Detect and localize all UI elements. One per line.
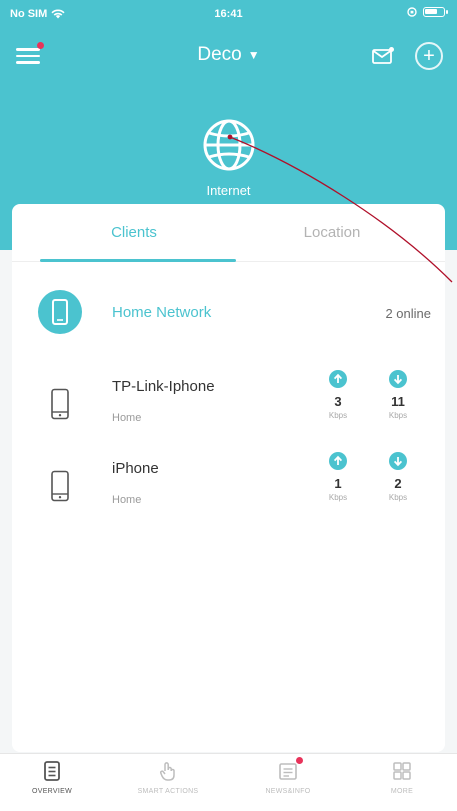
active-tab-indicator bbox=[40, 259, 236, 262]
upload-value: 3 bbox=[334, 394, 342, 409]
add-button[interactable]: + bbox=[415, 42, 443, 70]
upload-arrow-icon bbox=[329, 452, 347, 470]
upload-rate: 1 Kbps bbox=[314, 452, 362, 502]
client-name: iPhone bbox=[112, 460, 159, 477]
download-rate: 11 Kbps bbox=[374, 370, 422, 420]
status-time: 16:41 bbox=[214, 8, 243, 20]
download-value: 11 bbox=[391, 394, 405, 409]
nav-more[interactable]: MORE bbox=[352, 760, 452, 795]
client-row[interactable]: TP-Link-Iphone Home 3 Kbps 11 Kbps bbox=[12, 366, 445, 444]
mail-icon[interactable] bbox=[371, 46, 395, 66]
nav-news-info[interactable]: NEWS&INFO bbox=[238, 757, 338, 795]
network-title: Deco bbox=[197, 44, 242, 65]
nav-overview-label: OVERVIEW bbox=[31, 788, 72, 795]
caret-down-icon: ▼ bbox=[247, 47, 260, 62]
client-row[interactable]: iPhone Home 1 Kbps 2 Kbps bbox=[12, 448, 445, 526]
upload-unit: Kbps bbox=[328, 411, 348, 420]
nav-overview[interactable]: OVERVIEW bbox=[2, 760, 102, 795]
upload-rate: 3 Kbps bbox=[314, 370, 362, 420]
client-location: Home bbox=[112, 412, 142, 424]
tab-bar: Clients Location bbox=[12, 204, 445, 262]
hand-icon bbox=[160, 762, 175, 781]
download-arrow-icon bbox=[389, 452, 407, 470]
download-arrow-icon bbox=[389, 370, 407, 388]
upload-unit: Kbps bbox=[328, 493, 348, 502]
internet-node[interactable]: Internet bbox=[0, 116, 457, 198]
nav-row: Deco ▼ + bbox=[0, 38, 457, 74]
clients-card: Clients Location Home Network 2 online T… bbox=[12, 204, 445, 752]
download-value: 2 bbox=[394, 476, 402, 491]
network-avatar bbox=[38, 290, 82, 334]
status-bar: No SIM 16:41 bbox=[0, 0, 457, 26]
news-icon bbox=[279, 763, 297, 780]
news-badge-dot bbox=[296, 757, 303, 764]
upload-value: 1 bbox=[334, 476, 342, 491]
overview-icon bbox=[44, 761, 60, 781]
nav-news-info-label: NEWS&INFO bbox=[265, 788, 311, 795]
tab-clients[interactable]: Clients bbox=[34, 224, 234, 241]
orientation-lock-icon bbox=[407, 7, 417, 17]
online-count: 2 online bbox=[385, 306, 431, 321]
tab-location[interactable]: Location bbox=[232, 224, 432, 241]
nav-smart-actions[interactable]: SMART ACTIONS bbox=[118, 760, 218, 795]
download-unit: Kbps bbox=[388, 411, 408, 420]
phone-icon bbox=[51, 470, 69, 502]
network-name: Home Network bbox=[112, 304, 212, 321]
upload-arrow-icon bbox=[329, 370, 347, 388]
bottom-nav: OVERVIEW SMART ACTIONS NEWS&INFO MORE bbox=[0, 753, 457, 811]
client-location: Home bbox=[112, 494, 142, 506]
grid-icon bbox=[393, 762, 411, 780]
home-network-row[interactable]: Home Network 2 online bbox=[12, 284, 445, 338]
phone-icon bbox=[51, 388, 69, 420]
globe-icon bbox=[203, 119, 254, 171]
status-right bbox=[407, 7, 448, 17]
battery-icon bbox=[423, 7, 448, 17]
tablet-icon bbox=[52, 299, 68, 325]
app-screen: No SIM 16:41 Deco ▼ + Internet Clients L… bbox=[0, 0, 457, 811]
nav-more-label: MORE bbox=[390, 788, 414, 795]
nav-smart-actions-label: SMART ACTIONS bbox=[137, 788, 199, 795]
client-name: TP-Link-Iphone bbox=[112, 378, 215, 395]
download-unit: Kbps bbox=[388, 493, 408, 502]
download-rate: 2 Kbps bbox=[374, 452, 422, 502]
internet-label: Internet bbox=[206, 183, 251, 198]
news-icon-wrapper bbox=[277, 757, 303, 782]
